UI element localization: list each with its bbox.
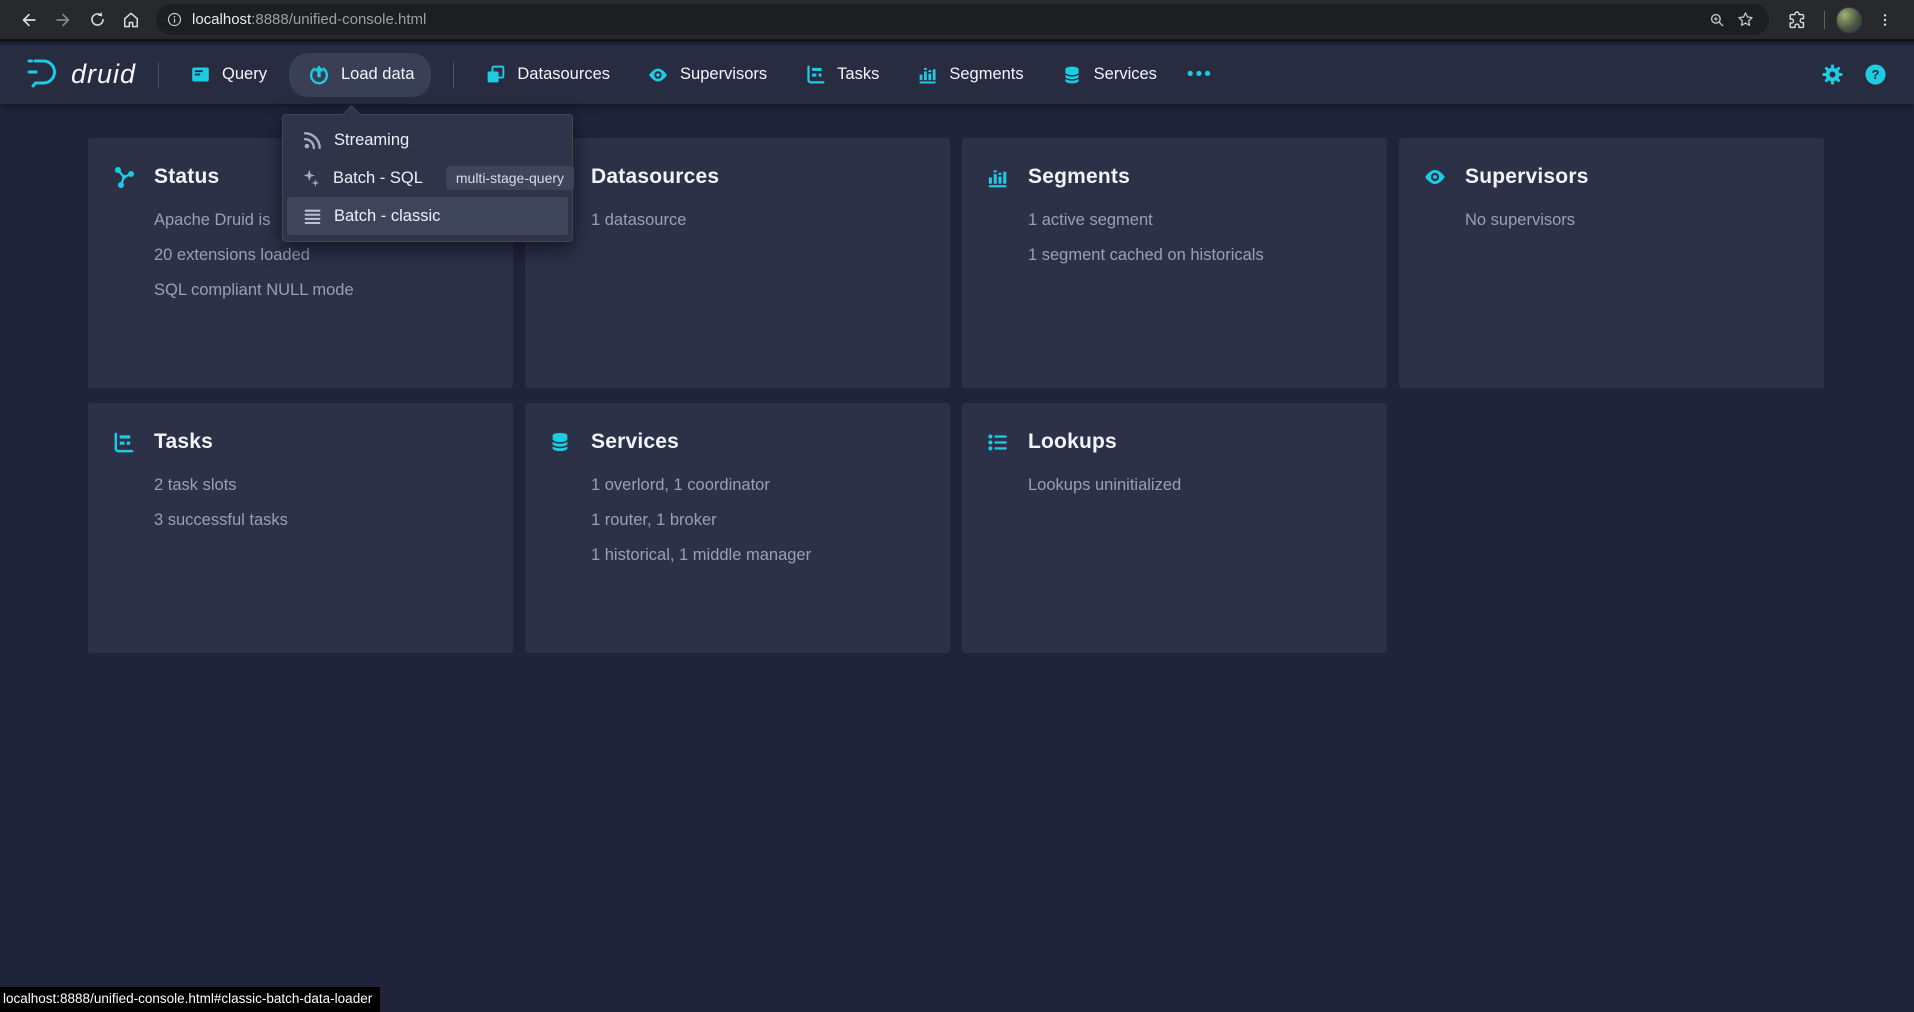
card-line: 3 successful tasks <box>154 503 489 538</box>
settings-gear-icon[interactable] <box>1819 62 1845 88</box>
segments-chart-icon <box>914 62 940 88</box>
link-preview-text: localhost:8888/unified-console.html#clas… <box>3 991 372 1006</box>
tab-segments[interactable]: Segments <box>901 53 1036 97</box>
card-title: Lookups <box>1028 430 1117 454</box>
forward-icon[interactable] <box>46 3 80 37</box>
services-database-icon <box>1059 62 1085 88</box>
services-card[interactable]: Services 1 overlord, 1 coordinator 1 rou… <box>525 403 950 653</box>
status-graph-icon <box>112 165 136 189</box>
help-icon[interactable]: ? <box>1862 62 1888 88</box>
services-database-icon <box>549 430 573 454</box>
tab-tasks[interactable]: Tasks <box>789 53 892 97</box>
card-line: 1 segment cached on historicals <box>1028 238 1363 273</box>
back-icon[interactable] <box>12 3 46 37</box>
extensions-icon[interactable] <box>1779 3 1813 37</box>
site-info-icon[interactable] <box>162 8 186 32</box>
menu-item-batch-classic[interactable]: Batch - classic <box>287 197 568 235</box>
card-line: No supervisors <box>1465 203 1800 238</box>
toolbar-divider <box>1824 11 1825 29</box>
multi-stage-query-tag: multi-stage-query <box>446 166 574 190</box>
druid-wordmark: druid <box>71 59 136 90</box>
tab-segments-label: Segments <box>949 65 1023 84</box>
menu-item-streaming[interactable]: Streaming <box>287 121 568 159</box>
card-line: 1 datasource <box>591 203 926 238</box>
load-data-menu: Streaming Batch - SQL multi-stage-query … <box>282 114 573 242</box>
lookups-card[interactable]: Lookups Lookups uninitialized <box>962 403 1387 653</box>
nav-divider <box>158 62 159 88</box>
tab-load-data[interactable]: Load data <box>289 53 431 97</box>
datasources-icon <box>482 62 508 88</box>
card-title: Segments <box>1028 165 1130 189</box>
streaming-feed-icon <box>301 129 323 151</box>
tasks-gantt-icon <box>112 430 136 454</box>
tab-query[interactable]: Query <box>174 53 280 97</box>
menu-item-label: Batch - classic <box>334 207 440 226</box>
tasks-gantt-icon <box>802 62 828 88</box>
zoom-icon[interactable] <box>1703 6 1731 34</box>
bookmark-star-icon[interactable] <box>1731 6 1759 34</box>
supervisors-eye-icon <box>1423 165 1447 189</box>
tab-datasources-label: Datasources <box>517 65 610 84</box>
segments-chart-icon <box>986 165 1010 189</box>
tab-supervisors-label: Supervisors <box>680 65 767 84</box>
tab-services[interactable]: Services <box>1046 53 1170 97</box>
segments-card[interactable]: Segments 1 active segment 1 segment cach… <box>962 138 1387 388</box>
load-data-icon <box>306 62 332 88</box>
sparkles-icon <box>301 167 322 189</box>
address-bar[interactable]: localhost:8888/unified-console.html <box>156 4 1769 35</box>
card-line: 1 active segment <box>1028 203 1363 238</box>
druid-header: druid Query Load data Datasources Superv… <box>0 45 1914 104</box>
tasks-card[interactable]: Tasks 2 task slots 3 successful tasks <box>88 403 513 653</box>
svg-text:?: ? <box>1871 67 1879 82</box>
browser-menu-icon[interactable] <box>1868 3 1902 37</box>
more-dots-icon: ••• <box>1187 64 1213 86</box>
card-line: 1 overlord, 1 coordinator <box>591 468 926 503</box>
menu-item-batch-sql[interactable]: Batch - SQL multi-stage-query <box>287 159 568 197</box>
query-icon <box>187 62 213 88</box>
reload-icon[interactable] <box>80 3 114 37</box>
more-tabs-button[interactable]: ••• <box>1179 55 1221 95</box>
card-title: Datasources <box>591 165 719 189</box>
tab-datasources[interactable]: Datasources <box>469 53 623 97</box>
lookups-properties-icon <box>986 430 1010 454</box>
url-path: :8888/unified-console.html <box>251 11 426 28</box>
card-line: SQL compliant NULL mode <box>154 273 489 308</box>
profile-avatar[interactable] <box>1836 7 1862 33</box>
home-icon[interactable] <box>114 3 148 37</box>
menu-lines-icon <box>301 205 323 227</box>
menu-item-label: Streaming <box>334 131 409 150</box>
card-title: Services <box>591 430 679 454</box>
url-host: localhost <box>192 11 251 28</box>
supervisors-eye-icon <box>645 62 671 88</box>
card-line: 2 task slots <box>154 468 489 503</box>
card-line: Lookups uninitialized <box>1028 468 1363 503</box>
card-title: Supervisors <box>1465 165 1589 189</box>
card-line: 20 extensions loaded <box>154 238 489 273</box>
tab-load-data-label: Load data <box>341 65 414 84</box>
link-preview-statusbar: localhost:8888/unified-console.html#clas… <box>0 987 380 1012</box>
browser-toolbar: localhost:8888/unified-console.html <box>0 0 1914 42</box>
druid-logo-icon <box>26 55 62 94</box>
nav-divider <box>453 62 454 88</box>
tab-supervisors[interactable]: Supervisors <box>632 53 780 97</box>
card-line: 1 historical, 1 middle manager <box>591 538 926 573</box>
card-line: 1 router, 1 broker <box>591 503 926 538</box>
supervisors-card[interactable]: Supervisors No supervisors <box>1399 138 1824 388</box>
card-title: Tasks <box>154 430 213 454</box>
tab-query-label: Query <box>222 65 267 84</box>
tab-services-label: Services <box>1094 65 1157 84</box>
card-title: Status <box>154 165 219 189</box>
datasources-card[interactable]: Datasources 1 datasource <box>525 138 950 388</box>
tab-tasks-label: Tasks <box>837 65 879 84</box>
druid-logo[interactable]: druid <box>26 55 136 94</box>
menu-item-label: Batch - SQL <box>333 169 423 188</box>
